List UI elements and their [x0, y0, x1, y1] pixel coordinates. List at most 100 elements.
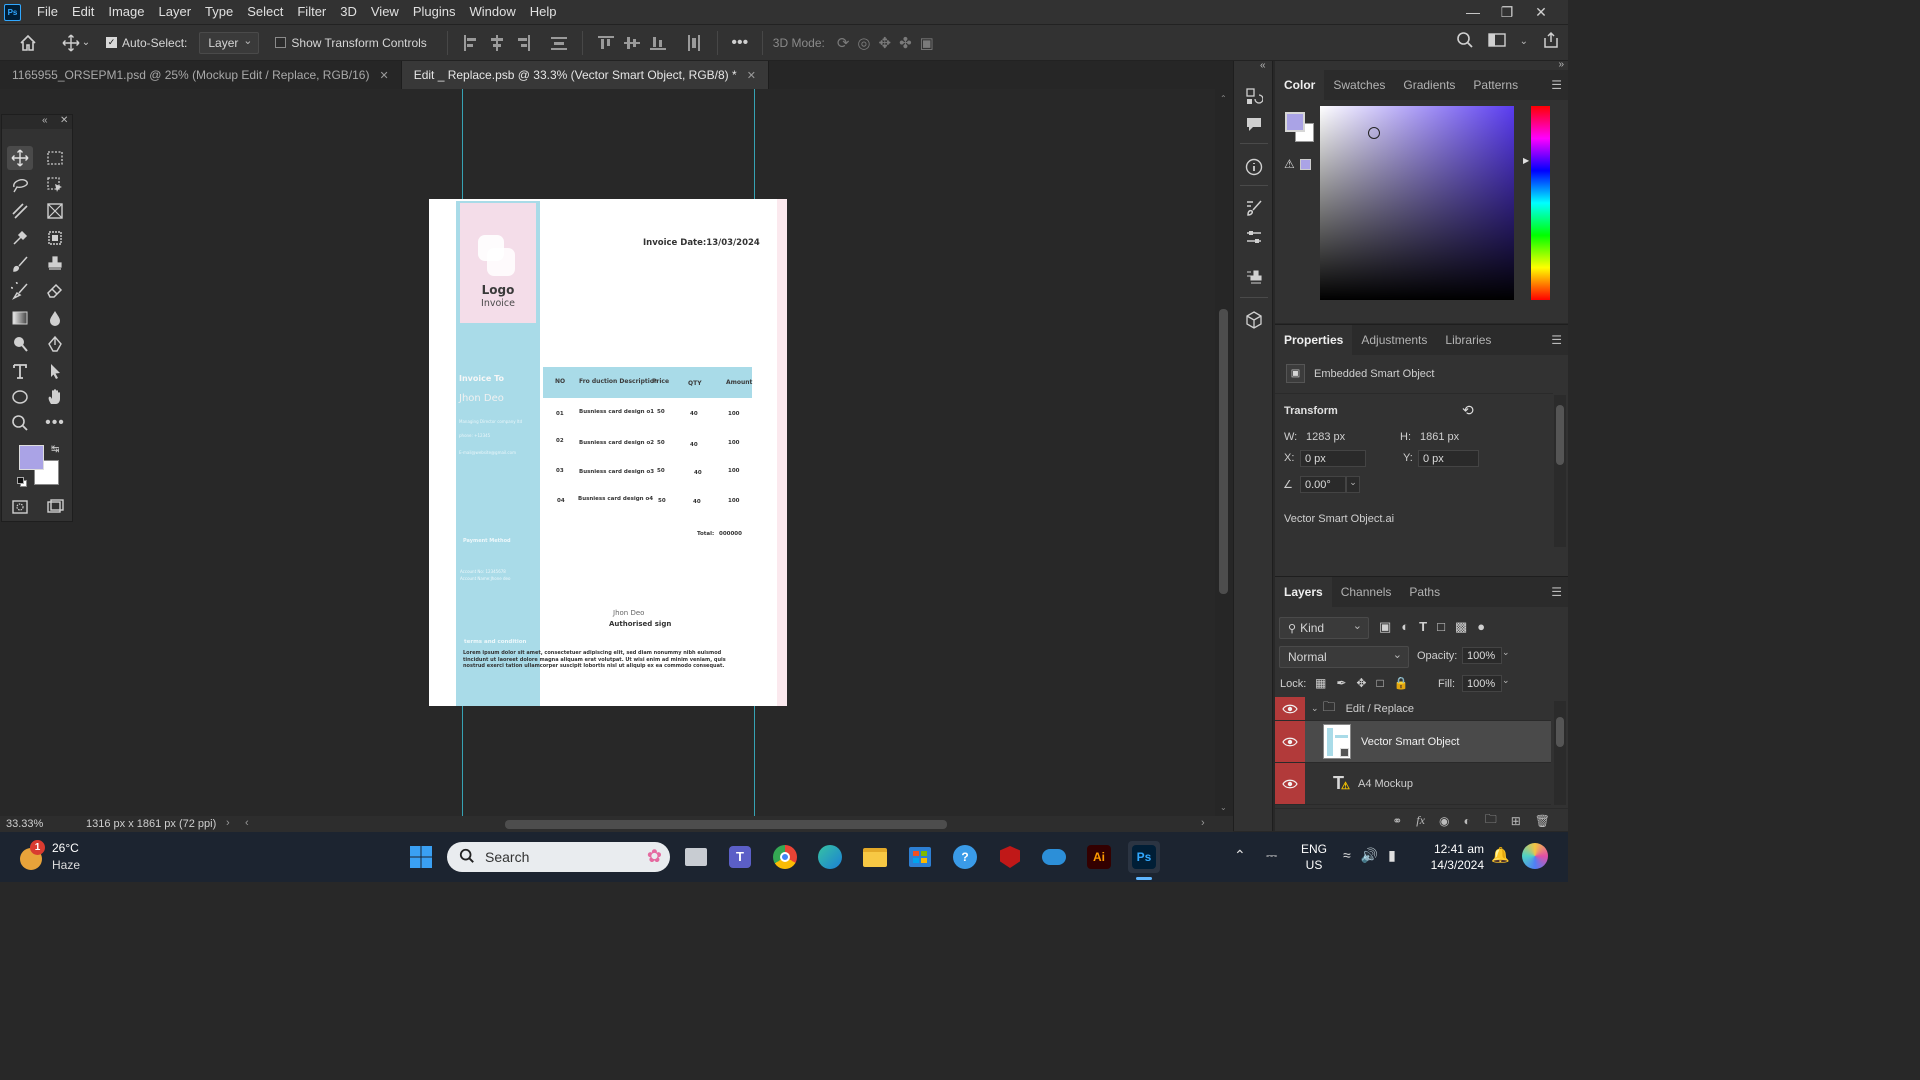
- menu-layer[interactable]: Layer: [152, 0, 199, 24]
- new-layer-icon[interactable]: ⊞: [1511, 814, 1521, 828]
- path-selection-tool-icon[interactable]: [42, 359, 68, 383]
- close-tab-icon[interactable]: ✕: [379, 69, 388, 82]
- align-center-icon[interactable]: [488, 34, 506, 52]
- battery-icon[interactable]: ▮: [1388, 847, 1396, 864]
- home-icon[interactable]: [0, 28, 56, 58]
- stamp-tool-icon[interactable]: [42, 252, 68, 276]
- language-indicator[interactable]: ENG US: [1301, 841, 1327, 873]
- history-panel-icon[interactable]: [1243, 85, 1265, 107]
- microsoft-store-icon[interactable]: [904, 841, 936, 873]
- align-bottom-icon[interactable]: [649, 34, 667, 52]
- layer-filter-dropdown[interactable]: ⚲ Kind: [1279, 617, 1369, 639]
- new-group-icon[interactable]: 🗀: [1485, 810, 1497, 831]
- edge-icon[interactable]: [814, 841, 846, 873]
- color-fg-swatch[interactable]: [1285, 112, 1305, 132]
- zoom-level[interactable]: 33.33%: [6, 818, 76, 830]
- eyedropper-tool-icon[interactable]: [7, 226, 33, 250]
- lasso-tool-icon[interactable]: [7, 173, 33, 197]
- close-icon[interactable]: ✕: [60, 115, 68, 126]
- frame-tool-icon[interactable]: [42, 199, 68, 223]
- share-icon[interactable]: [1542, 31, 1560, 52]
- scroll-thumb[interactable]: [1219, 309, 1228, 594]
- eraser-tool-icon[interactable]: [42, 279, 68, 303]
- restore-icon[interactable]: ❐: [1490, 0, 1524, 24]
- delete-layer-icon[interactable]: 🗑: [1535, 814, 1550, 828]
- task-view-icon[interactable]: [680, 841, 712, 873]
- file-explorer-icon[interactable]: [859, 841, 891, 873]
- tab-properties[interactable]: Properties: [1275, 325, 1353, 355]
- quick-mask-icon[interactable]: [7, 495, 33, 519]
- crop-tool-icon[interactable]: [7, 199, 33, 223]
- move-tool-icon[interactable]: [7, 146, 33, 170]
- show-transform-checkbox[interactable]: Show Transform Controls: [275, 36, 427, 50]
- menu-plugins[interactable]: Plugins: [406, 0, 463, 24]
- lock-transparent-icon[interactable]: ▦: [1315, 676, 1326, 690]
- filter-pixel-icon[interactable]: ▣: [1379, 619, 1391, 635]
- color-field[interactable]: [1320, 106, 1514, 300]
- photoshop-taskbar-icon[interactable]: Ps: [1128, 841, 1160, 880]
- link-layers-icon[interactable]: ⚭: [1392, 814, 1402, 828]
- web-safe-swatch[interactable]: [1300, 159, 1311, 170]
- visibility-eye-icon[interactable]: [1275, 697, 1305, 720]
- panel-menu-icon[interactable]: ☰: [1551, 585, 1562, 599]
- close-icon[interactable]: ✕: [1524, 0, 1558, 24]
- collapse-icon[interactable]: «: [42, 115, 48, 126]
- visibility-eye-icon[interactable]: [1275, 721, 1305, 762]
- vertical-scrollbar[interactable]: ⌃ ⌄: [1215, 89, 1233, 816]
- filter-toggle-icon[interactable]: ●: [1477, 619, 1485, 635]
- weather-desc[interactable]: Haze: [52, 858, 80, 872]
- dodge-tool-icon[interactable]: [7, 332, 33, 356]
- menu-select[interactable]: Select: [240, 0, 290, 24]
- adjustment-sliders-icon[interactable]: [1243, 226, 1265, 248]
- tab-adjustments[interactable]: Adjustments: [1352, 325, 1436, 355]
- blur-tool-icon[interactable]: [42, 306, 68, 330]
- type-tool-icon[interactable]: [7, 359, 33, 383]
- more-options-icon[interactable]: •••: [728, 28, 752, 58]
- tab-color[interactable]: Color: [1275, 70, 1325, 100]
- taskbar-search[interactable]: Search ✿: [447, 842, 670, 872]
- menu-edit[interactable]: Edit: [65, 0, 101, 24]
- menu-view[interactable]: View: [364, 0, 406, 24]
- menu-window[interactable]: Window: [462, 0, 522, 24]
- angle-dropdown-icon[interactable]: ⌄: [1346, 476, 1360, 493]
- gradient-tool-icon[interactable]: [7, 306, 33, 330]
- opacity-field[interactable]: 100%: [1462, 647, 1502, 664]
- tools-panel-header[interactable]: « ✕: [2, 115, 72, 129]
- comments-panel-icon[interactable]: [1243, 113, 1265, 135]
- menu-3d[interactable]: 3D: [333, 0, 364, 24]
- workspace-icon[interactable]: [1487, 32, 1506, 51]
- brush-tool-icon[interactable]: [7, 252, 33, 276]
- distribute-vertical-icon[interactable]: [685, 34, 703, 52]
- scroll-left-icon[interactable]: ‹: [245, 817, 249, 829]
- wifi-icon[interactable]: ≈: [1343, 847, 1351, 864]
- tab-swatches[interactable]: Swatches: [1324, 70, 1394, 100]
- angle-field[interactable]: 0.00°: [1300, 476, 1346, 493]
- volume-icon[interactable]: 🔊: [1361, 847, 1378, 864]
- tab-channels[interactable]: Channels: [1332, 577, 1401, 607]
- document-size[interactable]: 1316 px x 1861 px (72 ppi): [86, 818, 216, 830]
- color-picker-ring[interactable]: [1368, 127, 1380, 139]
- expand-panels-icon[interactable]: »: [1558, 59, 1564, 70]
- roll-3d-icon[interactable]: ◎: [857, 34, 870, 52]
- panel-menu-icon[interactable]: ☰: [1551, 333, 1562, 347]
- tab-patterns[interactable]: Patterns: [1464, 70, 1527, 100]
- collapse-panels-icon[interactable]: «: [1260, 60, 1266, 71]
- info-panel-icon[interactable]: [1243, 156, 1265, 178]
- show-hidden-icons[interactable]: ⌃: [1234, 847, 1246, 864]
- lock-artboard-icon[interactable]: □: [1376, 676, 1383, 690]
- foreground-color-swatch[interactable]: [19, 445, 44, 470]
- screen-mode-icon[interactable]: [42, 495, 68, 519]
- pan-3d-icon[interactable]: ✥: [879, 34, 892, 52]
- close-tab-icon[interactable]: ✕: [747, 69, 756, 82]
- ellipse-tool-icon[interactable]: [7, 385, 33, 409]
- mcafee-icon[interactable]: [994, 841, 1026, 873]
- tab-orsepm1[interactable]: 1165955_ORSEPM1.psd @ 25% (Mockup Edit /…: [0, 61, 402, 89]
- camera-3d-icon[interactable]: ▣: [920, 34, 934, 52]
- reset-transform-icon[interactable]: ⟲: [1462, 402, 1474, 419]
- lock-position-icon[interactable]: ✥: [1356, 676, 1366, 690]
- hue-slider[interactable]: [1531, 106, 1550, 300]
- filter-smart-object-icon[interactable]: ▩: [1455, 619, 1467, 635]
- visibility-eye-icon[interactable]: [1275, 763, 1305, 804]
- pen-tool-icon[interactable]: [42, 332, 68, 356]
- scroll-down-icon[interactable]: ⌄: [1220, 803, 1227, 812]
